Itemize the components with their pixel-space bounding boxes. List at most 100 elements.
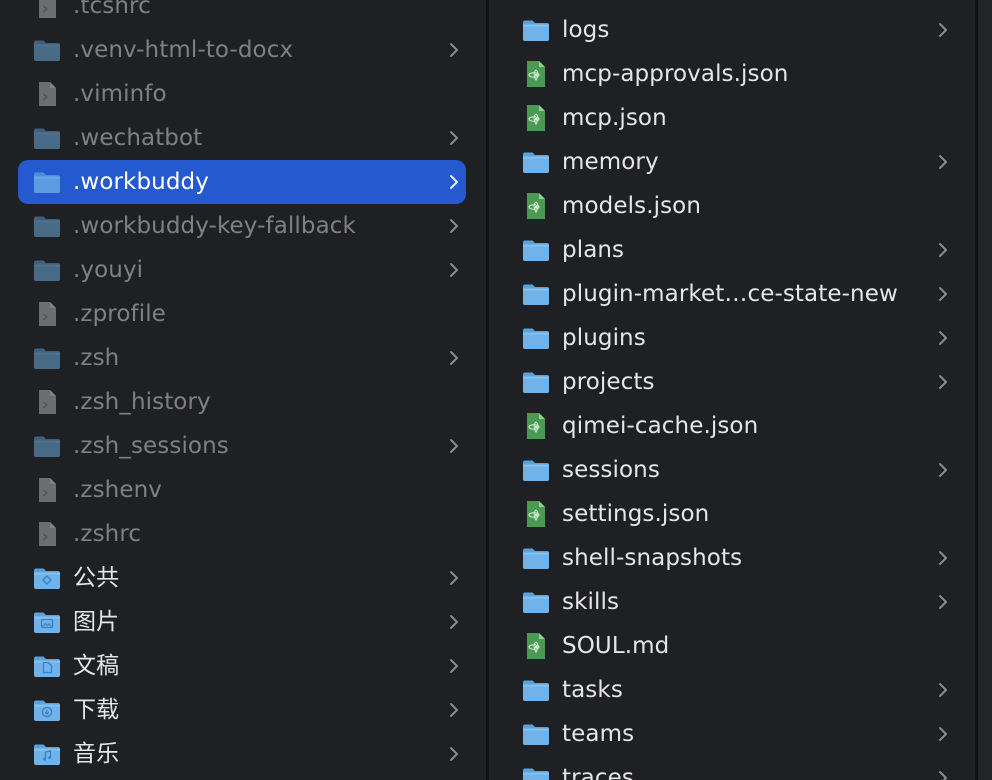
folder-row[interactable]: teams — [489, 712, 975, 756]
file-list: .tcshrc .venv-html-to-docx .viminfo .wec… — [0, 0, 486, 776]
item-name: .wechatbot — [73, 125, 203, 151]
chevron-right-icon — [448, 701, 460, 719]
finder-column-home[interactable]: .tcshrc .venv-html-to-docx .viminfo .wec… — [0, 0, 486, 780]
file-row[interactable]: mcp-approvals.json — [489, 52, 975, 96]
folder-row[interactable]: 下载 — [0, 688, 486, 732]
chevron-right-icon — [937, 593, 949, 611]
finder-column-workbuddy[interactable]: logs mcp-approvals.json mcp.json memory … — [489, 0, 975, 780]
folder-icon — [521, 455, 551, 485]
folder-row[interactable]: .workbuddy-key-fallback — [0, 204, 486, 248]
folder-icon — [32, 343, 62, 373]
item-name: .zsh_sessions — [73, 433, 229, 459]
item-name: .workbuddy — [73, 169, 209, 195]
json-file-icon — [521, 103, 551, 133]
item-name: SOUL.md — [562, 633, 670, 659]
folder-row[interactable]: 文稿 — [0, 644, 486, 688]
json-file-icon — [521, 59, 551, 89]
chevron-right-icon — [448, 261, 460, 279]
chevron-right-icon — [448, 41, 460, 59]
file-row[interactable]: .zshrc — [0, 512, 486, 556]
folder-row[interactable]: .zsh_sessions — [0, 424, 486, 468]
folder-icon — [521, 719, 551, 749]
chevron-right-icon — [448, 657, 460, 675]
document-icon — [32, 475, 62, 505]
item-name: plugin-market…ce-state-new — [562, 281, 898, 307]
item-name: models.json — [562, 193, 702, 219]
documents-folder-icon — [32, 651, 62, 681]
json-file-icon — [521, 411, 551, 441]
json-file-icon — [521, 499, 551, 529]
folder-icon — [32, 255, 62, 285]
item-name: mcp.json — [562, 105, 667, 131]
item-name: tasks — [562, 677, 623, 703]
item-name: traces — [562, 765, 634, 780]
folder-row[interactable]: sessions — [489, 448, 975, 492]
folder-icon — [521, 367, 551, 397]
chevron-right-icon — [937, 21, 949, 39]
chevron-right-icon — [937, 373, 949, 391]
item-name: memory — [562, 149, 659, 175]
item-name: 文稿 — [73, 653, 120, 679]
folder-row[interactable]: 图片 — [0, 600, 486, 644]
folder-row[interactable]: plugin-market…ce-state-new — [489, 272, 975, 316]
chevron-right-icon — [937, 153, 949, 171]
folder-row[interactable]: .youyi — [0, 248, 486, 292]
folder-icon — [32, 123, 62, 153]
file-row[interactable]: models.json — [489, 184, 975, 228]
folder-icon — [32, 431, 62, 461]
folder-icon — [32, 167, 62, 197]
file-row[interactable]: mcp.json — [489, 96, 975, 140]
file-row[interactable]: .viminfo — [0, 72, 486, 116]
item-name: .zshrc — [73, 521, 142, 547]
chevron-right-icon — [937, 285, 949, 303]
item-name: 图片 — [73, 609, 120, 635]
file-row[interactable]: .zshenv — [0, 468, 486, 512]
item-name: projects — [562, 369, 655, 395]
folder-row[interactable]: 音乐 — [0, 732, 486, 776]
file-row[interactable]: .zprofile — [0, 292, 486, 336]
json-file-icon — [521, 631, 551, 661]
pictures-folder-icon — [32, 607, 62, 637]
chevron-right-icon — [937, 769, 949, 780]
folder-row[interactable]: plans — [489, 228, 975, 272]
item-name: .zsh — [73, 345, 120, 371]
item-name: qimei-cache.json — [562, 413, 759, 439]
chevron-right-icon — [937, 681, 949, 699]
folder-icon — [521, 763, 551, 780]
folder-row[interactable]: .wechatbot — [0, 116, 486, 160]
file-row[interactable]: qimei-cache.json — [489, 404, 975, 448]
folder-row[interactable]: projects — [489, 360, 975, 404]
folder-icon — [521, 543, 551, 573]
chevron-right-icon — [448, 217, 460, 235]
folder-row[interactable]: memory — [489, 140, 975, 184]
folder-row[interactable]: .zsh — [0, 336, 486, 380]
folder-row[interactable]: skills — [489, 580, 975, 624]
document-icon — [32, 519, 62, 549]
item-name: plans — [562, 237, 625, 263]
folder-row[interactable]: .venv-html-to-docx — [0, 28, 486, 72]
item-name: settings.json — [562, 501, 710, 527]
item-name: .tcshrc — [73, 0, 151, 19]
folder-row[interactable]: traces — [489, 756, 975, 780]
chevron-right-icon — [937, 329, 949, 347]
downloads-folder-icon — [32, 695, 62, 725]
folder-icon — [521, 147, 551, 177]
folder-icon — [521, 15, 551, 45]
file-row[interactable]: .zsh_history — [0, 380, 486, 424]
folder-row[interactable]: .workbuddy — [0, 160, 486, 204]
item-name: mcp-approvals.json — [562, 61, 789, 87]
chevron-right-icon — [448, 129, 460, 147]
folder-row[interactable]: logs — [489, 8, 975, 52]
folder-row[interactable]: plugins — [489, 316, 975, 360]
chevron-right-icon — [448, 437, 460, 455]
folder-row[interactable]: 公共 — [0, 556, 486, 600]
item-name: shell-snapshots — [562, 545, 743, 571]
item-name: .zprofile — [73, 301, 166, 327]
document-icon — [32, 299, 62, 329]
file-row[interactable]: settings.json — [489, 492, 975, 536]
folder-row[interactable]: tasks — [489, 668, 975, 712]
file-row[interactable]: .tcshrc — [0, 0, 486, 28]
folder-row[interactable]: shell-snapshots — [489, 536, 975, 580]
public-folder-icon — [32, 563, 62, 593]
file-row[interactable]: SOUL.md — [489, 624, 975, 668]
